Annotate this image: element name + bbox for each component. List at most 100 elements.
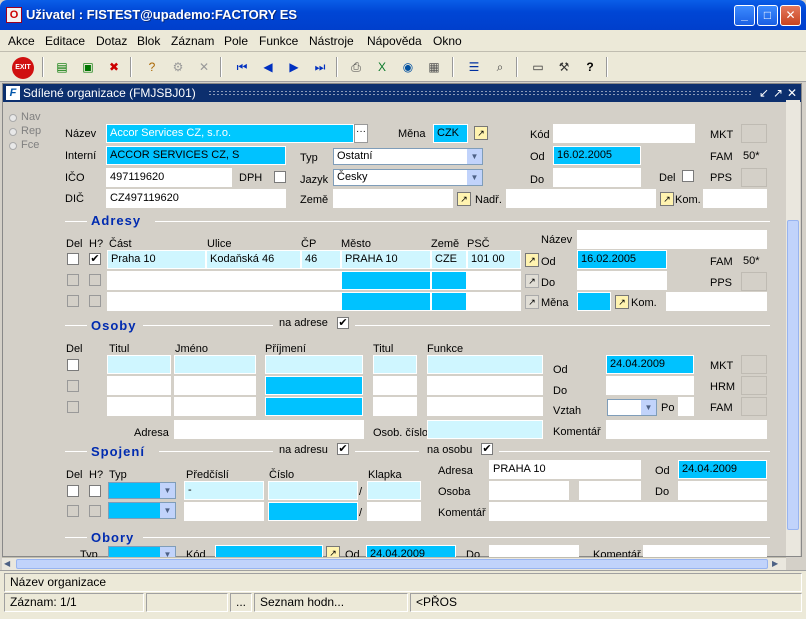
previous-record-icon[interactable]: ◀ bbox=[258, 57, 278, 77]
osoba-row1-prijmeni[interactable] bbox=[265, 355, 363, 374]
chevron-down-icon[interactable]: ▼ bbox=[641, 400, 656, 415]
adresa-row3-psc[interactable] bbox=[467, 292, 521, 311]
ico-field[interactable]: 497119620 bbox=[106, 168, 232, 187]
mena-field[interactable]: CZK bbox=[433, 124, 468, 143]
adresa-row1-cp[interactable]: 46 bbox=[301, 250, 341, 269]
adresa-kom-lov-icon[interactable]: ↗ bbox=[615, 295, 629, 309]
menu-nastroje[interactable]: Nástroje bbox=[309, 34, 354, 48]
osoba-row2-del-checkbox[interactable] bbox=[67, 380, 79, 392]
menu-okno[interactable]: Okno bbox=[433, 34, 462, 48]
spojeni-row2-cislo[interactable] bbox=[268, 502, 358, 521]
mena-lov-icon[interactable]: ↗ bbox=[474, 126, 488, 140]
adresa-row3-mesto[interactable] bbox=[341, 292, 431, 311]
last-record-icon[interactable]: ⏭ bbox=[310, 57, 330, 77]
adresa-od-field[interactable]: 16.02.2005 bbox=[577, 250, 667, 269]
maximize-button[interactable]: □ bbox=[757, 5, 778, 26]
close-button[interactable]: ✕ bbox=[780, 5, 801, 26]
spojeni-row1-klapka[interactable] bbox=[367, 481, 421, 500]
radio-fce[interactable] bbox=[9, 142, 17, 150]
vertical-scroll-thumb[interactable] bbox=[787, 220, 799, 530]
osoba-row2-titul2[interactable] bbox=[373, 376, 417, 395]
zeme-field[interactable] bbox=[333, 189, 453, 208]
osoba-row3-jmeno[interactable] bbox=[174, 397, 256, 416]
zeme-lov-icon[interactable]: ↗ bbox=[457, 192, 471, 206]
adresa-row2-ulice[interactable] bbox=[206, 271, 301, 290]
osoba-row1-del-checkbox[interactable] bbox=[67, 359, 79, 371]
adresa-row1-ulice[interactable]: Kodaňská 46 bbox=[206, 250, 301, 269]
close-panel-icon[interactable]: ✕ bbox=[785, 86, 799, 100]
adresa-row3-cast[interactable] bbox=[107, 292, 206, 311]
minimize-panel-icon[interactable]: ↙ bbox=[757, 86, 771, 100]
nazev-field[interactable]: Accor Services CZ, s.r.o. bbox=[106, 124, 354, 143]
nazev-more-button[interactable]: ··· bbox=[354, 124, 368, 143]
spojeni-row1-del-checkbox[interactable] bbox=[67, 485, 79, 497]
osob-cislo-field[interactable] bbox=[427, 420, 543, 439]
adresa-row2-psc[interactable] bbox=[467, 271, 521, 290]
spojeni-row1-predcisli[interactable]: - bbox=[184, 481, 264, 500]
adresa-row1-del-checkbox[interactable] bbox=[67, 253, 79, 265]
osoba-row2-prijmeni[interactable] bbox=[265, 376, 363, 395]
scroll-left-icon[interactable]: ◀ bbox=[4, 559, 14, 569]
adresa-row3-hlavni-checkbox[interactable] bbox=[89, 295, 101, 307]
menu-dotaz[interactable]: Dotaz bbox=[96, 34, 127, 48]
osoby-fam-field[interactable] bbox=[741, 397, 767, 416]
oracle-forms-icon[interactable]: O bbox=[6, 7, 22, 23]
spojeni-row2-klapka[interactable] bbox=[367, 502, 421, 521]
excel-icon[interactable]: X bbox=[372, 57, 392, 77]
spojeni-osoba-field2[interactable] bbox=[579, 481, 641, 500]
typ-dropdown[interactable]: Ostatní ▼ bbox=[333, 148, 483, 165]
spojeni-od-field[interactable]: 24.04.2009 bbox=[678, 460, 767, 479]
osoba-row3-del-checkbox[interactable] bbox=[67, 401, 79, 413]
radio-rep[interactable] bbox=[9, 128, 17, 136]
menu-zaznam[interactable]: Záznam bbox=[171, 34, 214, 48]
first-record-icon[interactable]: ⏮ bbox=[232, 57, 252, 77]
osoby-hrm-field[interactable] bbox=[741, 376, 767, 395]
adresa-row3-cp[interactable] bbox=[301, 292, 341, 311]
adresa-pps-field[interactable] bbox=[741, 272, 767, 291]
del-checkbox[interactable] bbox=[682, 170, 694, 182]
radio-nav[interactable] bbox=[9, 114, 17, 122]
export-icon[interactable]: ◉ bbox=[398, 57, 418, 77]
help-icon[interactable]: ? bbox=[580, 57, 600, 77]
adresa-od-lov-icon[interactable]: ↗ bbox=[525, 253, 539, 267]
kom-field[interactable] bbox=[703, 189, 767, 208]
adresa-row2-zeme[interactable] bbox=[431, 271, 467, 290]
chevron-down-icon[interactable]: ▼ bbox=[467, 149, 482, 164]
jazyk-dropdown[interactable]: Česky ▼ bbox=[333, 169, 483, 186]
osoba-row1-jmeno[interactable] bbox=[174, 355, 256, 374]
execute-query-icon[interactable]: ⚙ bbox=[168, 57, 188, 77]
osoba-row2-jmeno[interactable] bbox=[174, 376, 256, 395]
osoby-od-field[interactable]: 24.04.2009 bbox=[606, 355, 694, 374]
horizontal-scroll-thumb[interactable] bbox=[16, 559, 768, 569]
chevron-down-icon[interactable]: ▼ bbox=[160, 503, 175, 518]
adresa-row1-hlavni-checkbox[interactable]: ✔ bbox=[89, 253, 101, 265]
next-record-icon[interactable]: ▶ bbox=[284, 57, 304, 77]
menu-funkce[interactable]: Funkce bbox=[259, 34, 298, 48]
kod-field[interactable] bbox=[553, 124, 695, 143]
maximize-panel-icon[interactable]: ↗ bbox=[771, 86, 785, 100]
adresa-row1-zeme[interactable]: CZE bbox=[431, 250, 467, 269]
save-record-icon[interactable]: ▣ bbox=[78, 57, 98, 77]
osoba-row2-titul[interactable] bbox=[107, 376, 171, 395]
chevron-down-icon[interactable]: ▼ bbox=[160, 483, 175, 498]
do-field[interactable] bbox=[553, 168, 641, 187]
mkt-field[interactable] bbox=[741, 124, 767, 143]
menu-blok[interactable]: Blok bbox=[137, 34, 160, 48]
adresa-row2-del-checkbox[interactable] bbox=[67, 274, 79, 286]
list-icon[interactable]: ☰ bbox=[464, 57, 484, 77]
spojeni-row1-hlavni-checkbox[interactable] bbox=[89, 485, 101, 497]
minimize-button[interactable]: _ bbox=[734, 5, 755, 26]
adresa-row3-del-checkbox[interactable] bbox=[67, 295, 79, 307]
spojeni-row1-cislo[interactable] bbox=[268, 481, 358, 500]
spojeni-row2-predcisli[interactable] bbox=[184, 502, 264, 521]
spojeni-row2-hlavni-checkbox[interactable] bbox=[89, 505, 101, 517]
osoby-mkt-field[interactable] bbox=[741, 355, 767, 374]
pps-field[interactable] bbox=[741, 168, 767, 187]
osoby-po-field[interactable] bbox=[678, 397, 694, 416]
cancel-query-icon[interactable]: ✕ bbox=[194, 57, 214, 77]
vztah-dropdown[interactable]: ▼ bbox=[607, 399, 657, 416]
menu-akce[interactable]: Akce bbox=[8, 34, 35, 48]
adresa-row1-mesto[interactable]: PRAHA 10 bbox=[341, 250, 431, 269]
adresa-row2-hlavni-checkbox[interactable] bbox=[89, 274, 101, 286]
menu-napoveda[interactable]: Nápověda bbox=[367, 34, 422, 48]
